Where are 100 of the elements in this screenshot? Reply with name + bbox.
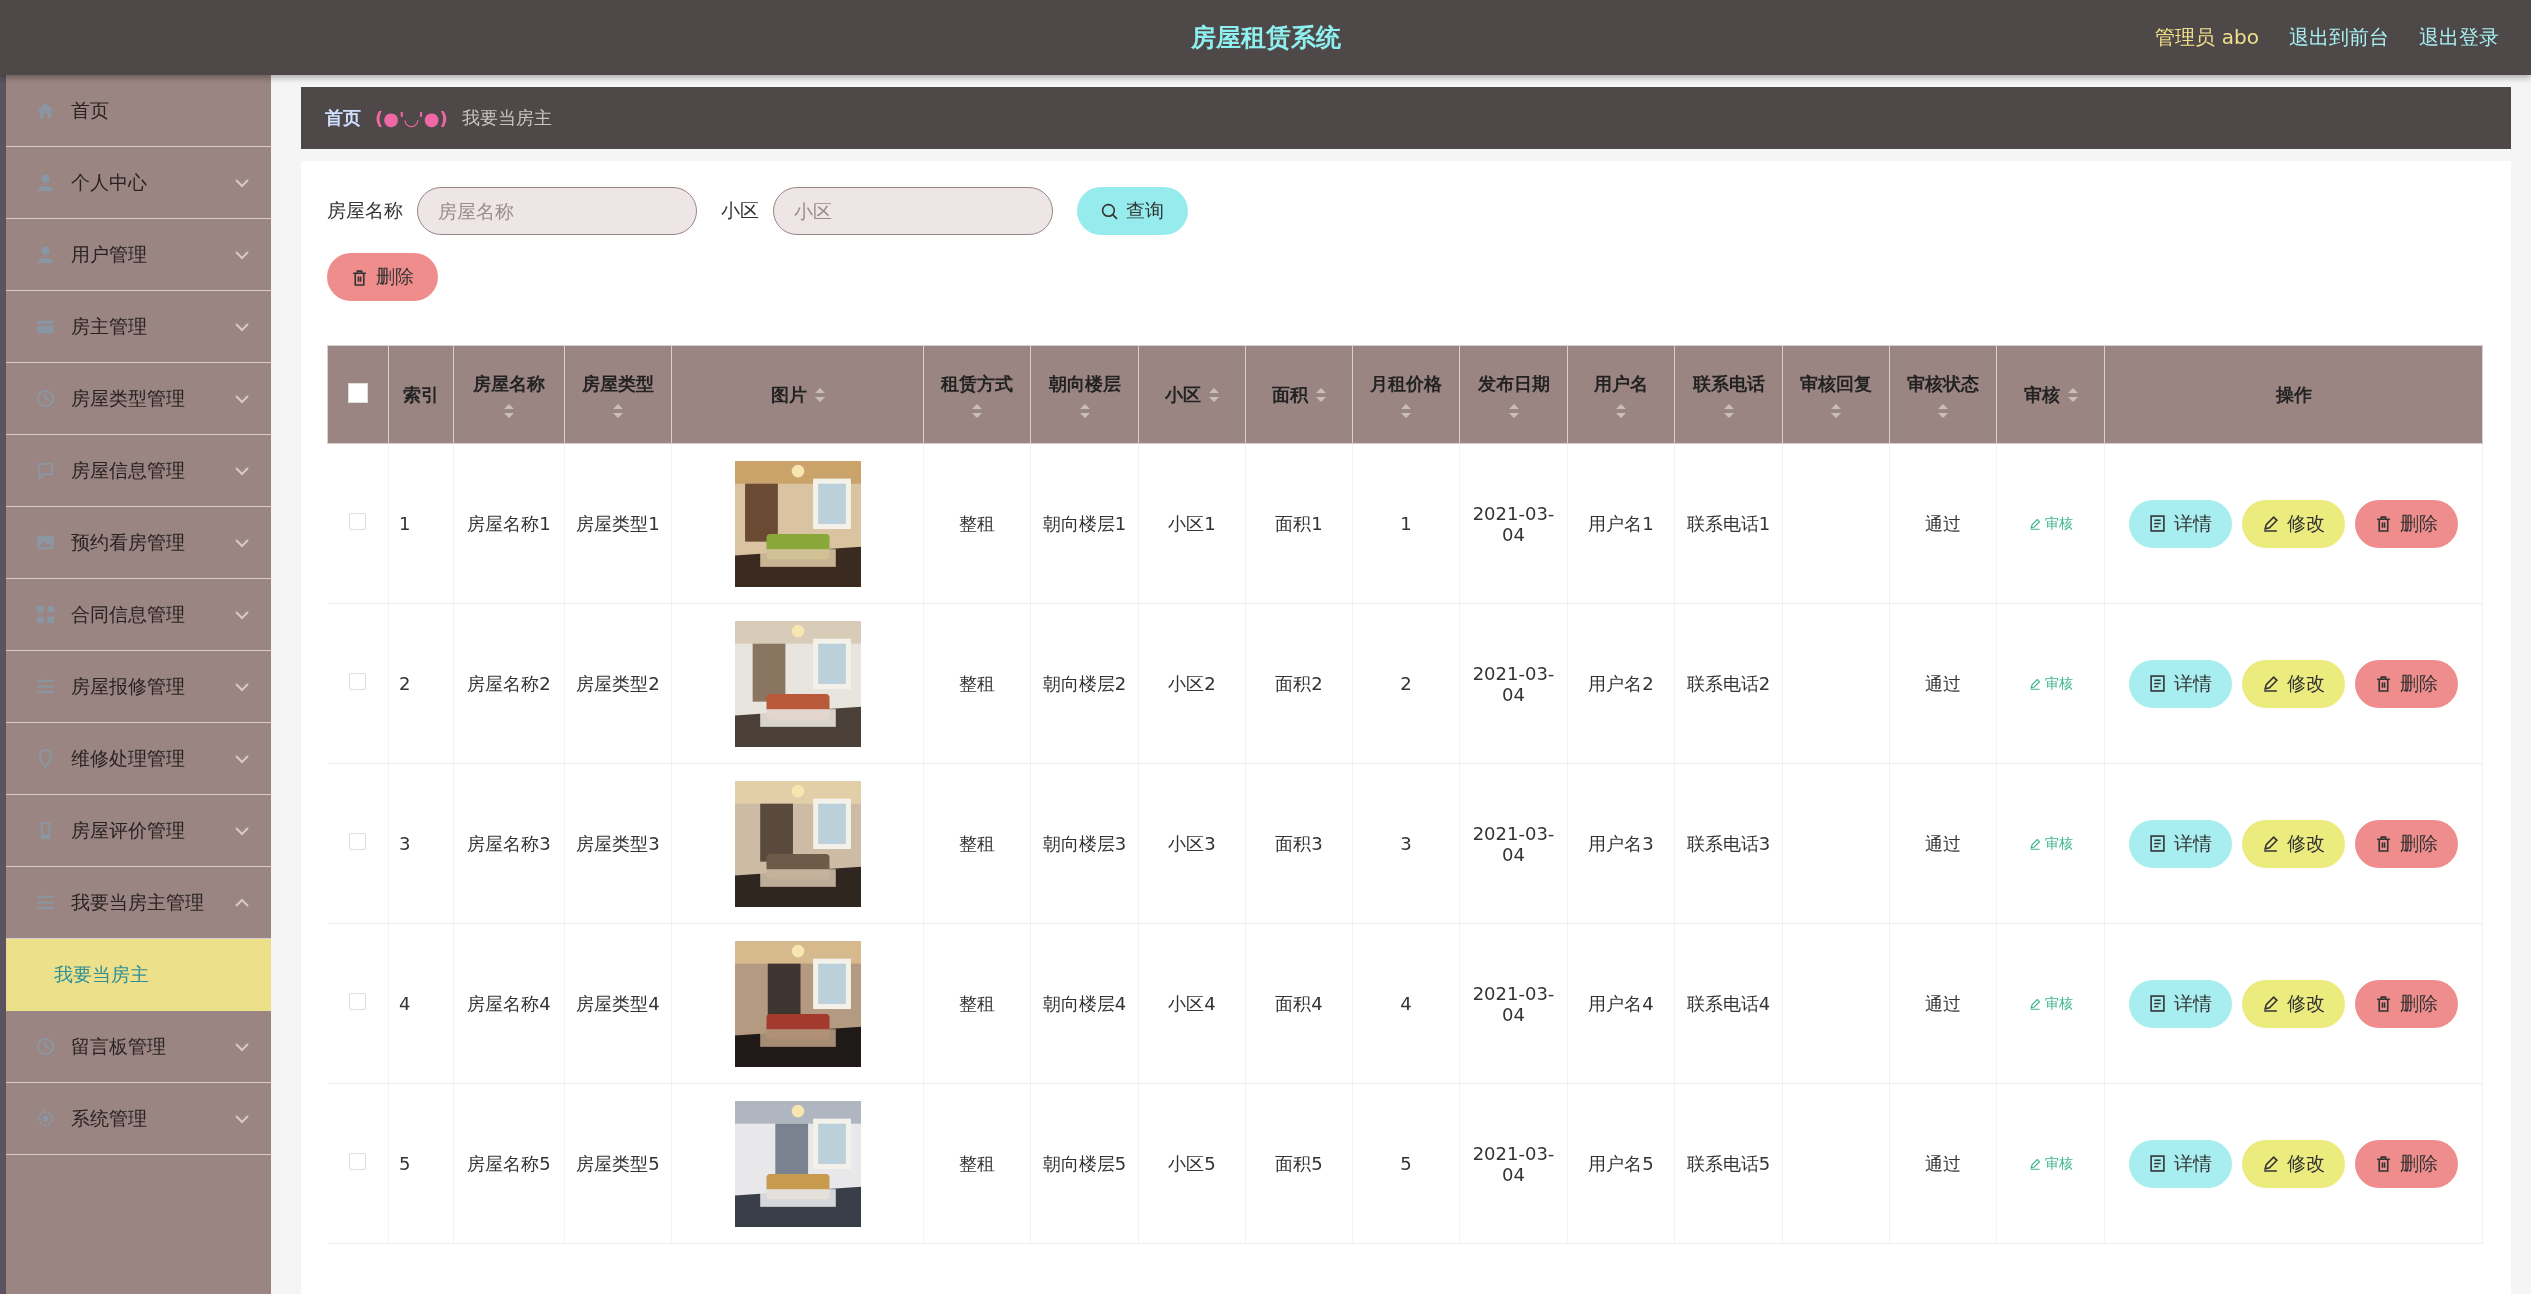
search-button[interactable]: 查询 xyxy=(1077,187,1188,235)
table-cell: 房屋类型3 xyxy=(576,832,660,854)
table-cell: 小区5 xyxy=(1168,1152,1216,1174)
clock-icon xyxy=(36,1037,55,1056)
table-cell: 4 xyxy=(1400,993,1412,1014)
clock-icon xyxy=(36,389,55,408)
document-icon xyxy=(2149,1155,2166,1172)
row-checkbox[interactable] xyxy=(349,513,367,530)
sort-icon[interactable] xyxy=(972,403,982,418)
person-icon xyxy=(36,173,55,192)
header-link[interactable]: 退出到前台 xyxy=(2289,24,2389,51)
table-cell: 面积5 xyxy=(1275,1152,1323,1174)
table-cell: 通过 xyxy=(1925,1152,1961,1174)
row-checkbox[interactable] xyxy=(349,1153,367,1170)
sort-icon[interactable] xyxy=(1316,387,1326,402)
settings-icon xyxy=(36,1109,55,1128)
delete-button[interactable]: 删除 xyxy=(2355,979,2458,1028)
details-button[interactable]: 详情 xyxy=(2129,819,2232,868)
sidebar-item[interactable]: 房屋类型管理 xyxy=(6,363,271,435)
sort-icon[interactable] xyxy=(814,387,825,402)
details-button[interactable]: 详情 xyxy=(2129,659,2232,708)
sort-icon[interactable] xyxy=(504,403,514,418)
table-cell: 用户名4 xyxy=(1588,992,1654,1014)
details-button[interactable]: 详情 xyxy=(2129,979,2232,1028)
table-cell: 朝向楼层1 xyxy=(1042,512,1127,534)
submenu-item[interactable]: 我要当房主 xyxy=(6,939,271,1011)
column-header: 小区 xyxy=(1165,382,1201,407)
delete-button[interactable]: 删除 xyxy=(2355,659,2458,708)
sort-icon[interactable] xyxy=(2067,387,2078,402)
edit-icon xyxy=(2028,998,2041,1010)
sidebar-item[interactable]: 预约看房管理 xyxy=(6,507,271,579)
sidebar-item[interactable]: 房屋信息管理 xyxy=(6,435,271,507)
sort-icon[interactable] xyxy=(1079,403,1090,418)
document-icon xyxy=(2149,675,2166,692)
delete-button[interactable]: 删除 xyxy=(327,253,438,301)
details-button[interactable]: 详情 xyxy=(2129,499,2232,548)
select-all-checkbox[interactable] xyxy=(348,382,368,403)
edit-button[interactable]: 修改 xyxy=(2242,659,2345,708)
list-icon xyxy=(36,677,55,696)
row-checkbox[interactable] xyxy=(349,673,367,690)
edit-icon xyxy=(2262,675,2279,692)
sort-icon[interactable] xyxy=(1831,403,1841,418)
sidebar-item[interactable]: 首页 xyxy=(6,75,271,147)
sidebar-item[interactable]: 房屋报修管理 xyxy=(6,651,271,723)
table-cell: 2021-03-04 xyxy=(1472,662,1555,705)
table-cell: 联系电话5 xyxy=(1686,1152,1771,1174)
table-cell: 5 xyxy=(1400,1153,1412,1174)
sort-icon[interactable] xyxy=(1723,403,1734,418)
emoticon: (●'◡'●) xyxy=(375,107,448,129)
table-cell: 整租 xyxy=(959,992,995,1014)
table-cell: 通过 xyxy=(1925,672,1961,694)
table-cell: 房屋类型1 xyxy=(576,512,660,534)
table-cell: 面积4 xyxy=(1275,992,1323,1014)
search-field[interactable]: 小区 xyxy=(773,187,1053,235)
table-cell: 面积1 xyxy=(1275,512,1323,534)
table-cell: 2 xyxy=(1400,673,1412,694)
sidebar-item[interactable]: 用户管理 xyxy=(6,219,271,291)
table-cell: 通过 xyxy=(1925,992,1961,1014)
table-cell: 小区2 xyxy=(1168,672,1216,694)
details-button[interactable]: 详情 xyxy=(2129,1139,2232,1188)
delete-button[interactable]: 删除 xyxy=(2355,1139,2458,1188)
trash-icon xyxy=(351,268,368,286)
sidebar-item[interactable]: 留言板管理 xyxy=(6,1011,271,1083)
table-cell: 用户名1 xyxy=(1588,512,1654,534)
trash-icon xyxy=(2375,675,2392,692)
edit-icon xyxy=(2262,835,2279,852)
table-cell: 小区3 xyxy=(1168,832,1216,854)
row-checkbox[interactable] xyxy=(349,993,367,1010)
sidebar-item[interactable]: 房屋评价管理 xyxy=(6,795,271,867)
edit-button[interactable]: 修改 xyxy=(2242,1139,2345,1188)
table-cell: 2021-03-04 xyxy=(1472,822,1555,865)
table-cell: 房屋类型4 xyxy=(576,992,660,1014)
edit-button[interactable]: 修改 xyxy=(2242,819,2345,868)
breadcrumb-link[interactable]: 首页 xyxy=(325,106,361,130)
person-icon xyxy=(36,245,55,264)
table-cell: 用户名3 xyxy=(1588,832,1654,854)
table-cell: 用户名5 xyxy=(1588,1152,1654,1174)
sidebar-item[interactable]: 合同信息管理 xyxy=(6,579,271,651)
table-cell: 3 xyxy=(399,833,411,854)
sort-icon[interactable] xyxy=(613,403,623,418)
table-cell: 联系电话3 xyxy=(1686,832,1771,854)
delete-button[interactable]: 删除 xyxy=(2355,819,2458,868)
sidebar-item[interactable]: 个人中心 xyxy=(6,147,271,219)
row-checkbox[interactable] xyxy=(349,833,367,850)
pin-icon xyxy=(36,749,55,768)
sidebar-item[interactable]: 系统管理 xyxy=(6,1083,271,1155)
field-label: 房屋名称 xyxy=(327,198,403,223)
sidebar-item[interactable]: 维修处理管理 xyxy=(6,723,271,795)
sort-icon[interactable] xyxy=(1401,403,1411,418)
sidebar-item[interactable]: 房主管理 xyxy=(6,291,271,363)
sort-icon[interactable] xyxy=(1508,403,1519,418)
header-link[interactable]: 退出登录 xyxy=(2419,24,2499,51)
sort-icon[interactable] xyxy=(1938,403,1948,418)
edit-button[interactable]: 修改 xyxy=(2242,979,2345,1028)
sort-icon[interactable] xyxy=(1616,403,1626,418)
sort-icon[interactable] xyxy=(1209,387,1219,402)
table-cell: 2021-03-04 xyxy=(1472,982,1555,1025)
delete-button[interactable]: 删除 xyxy=(2355,499,2458,548)
edit-button[interactable]: 修改 xyxy=(2242,499,2345,548)
search-field[interactable]: 房屋名称 xyxy=(417,187,697,235)
